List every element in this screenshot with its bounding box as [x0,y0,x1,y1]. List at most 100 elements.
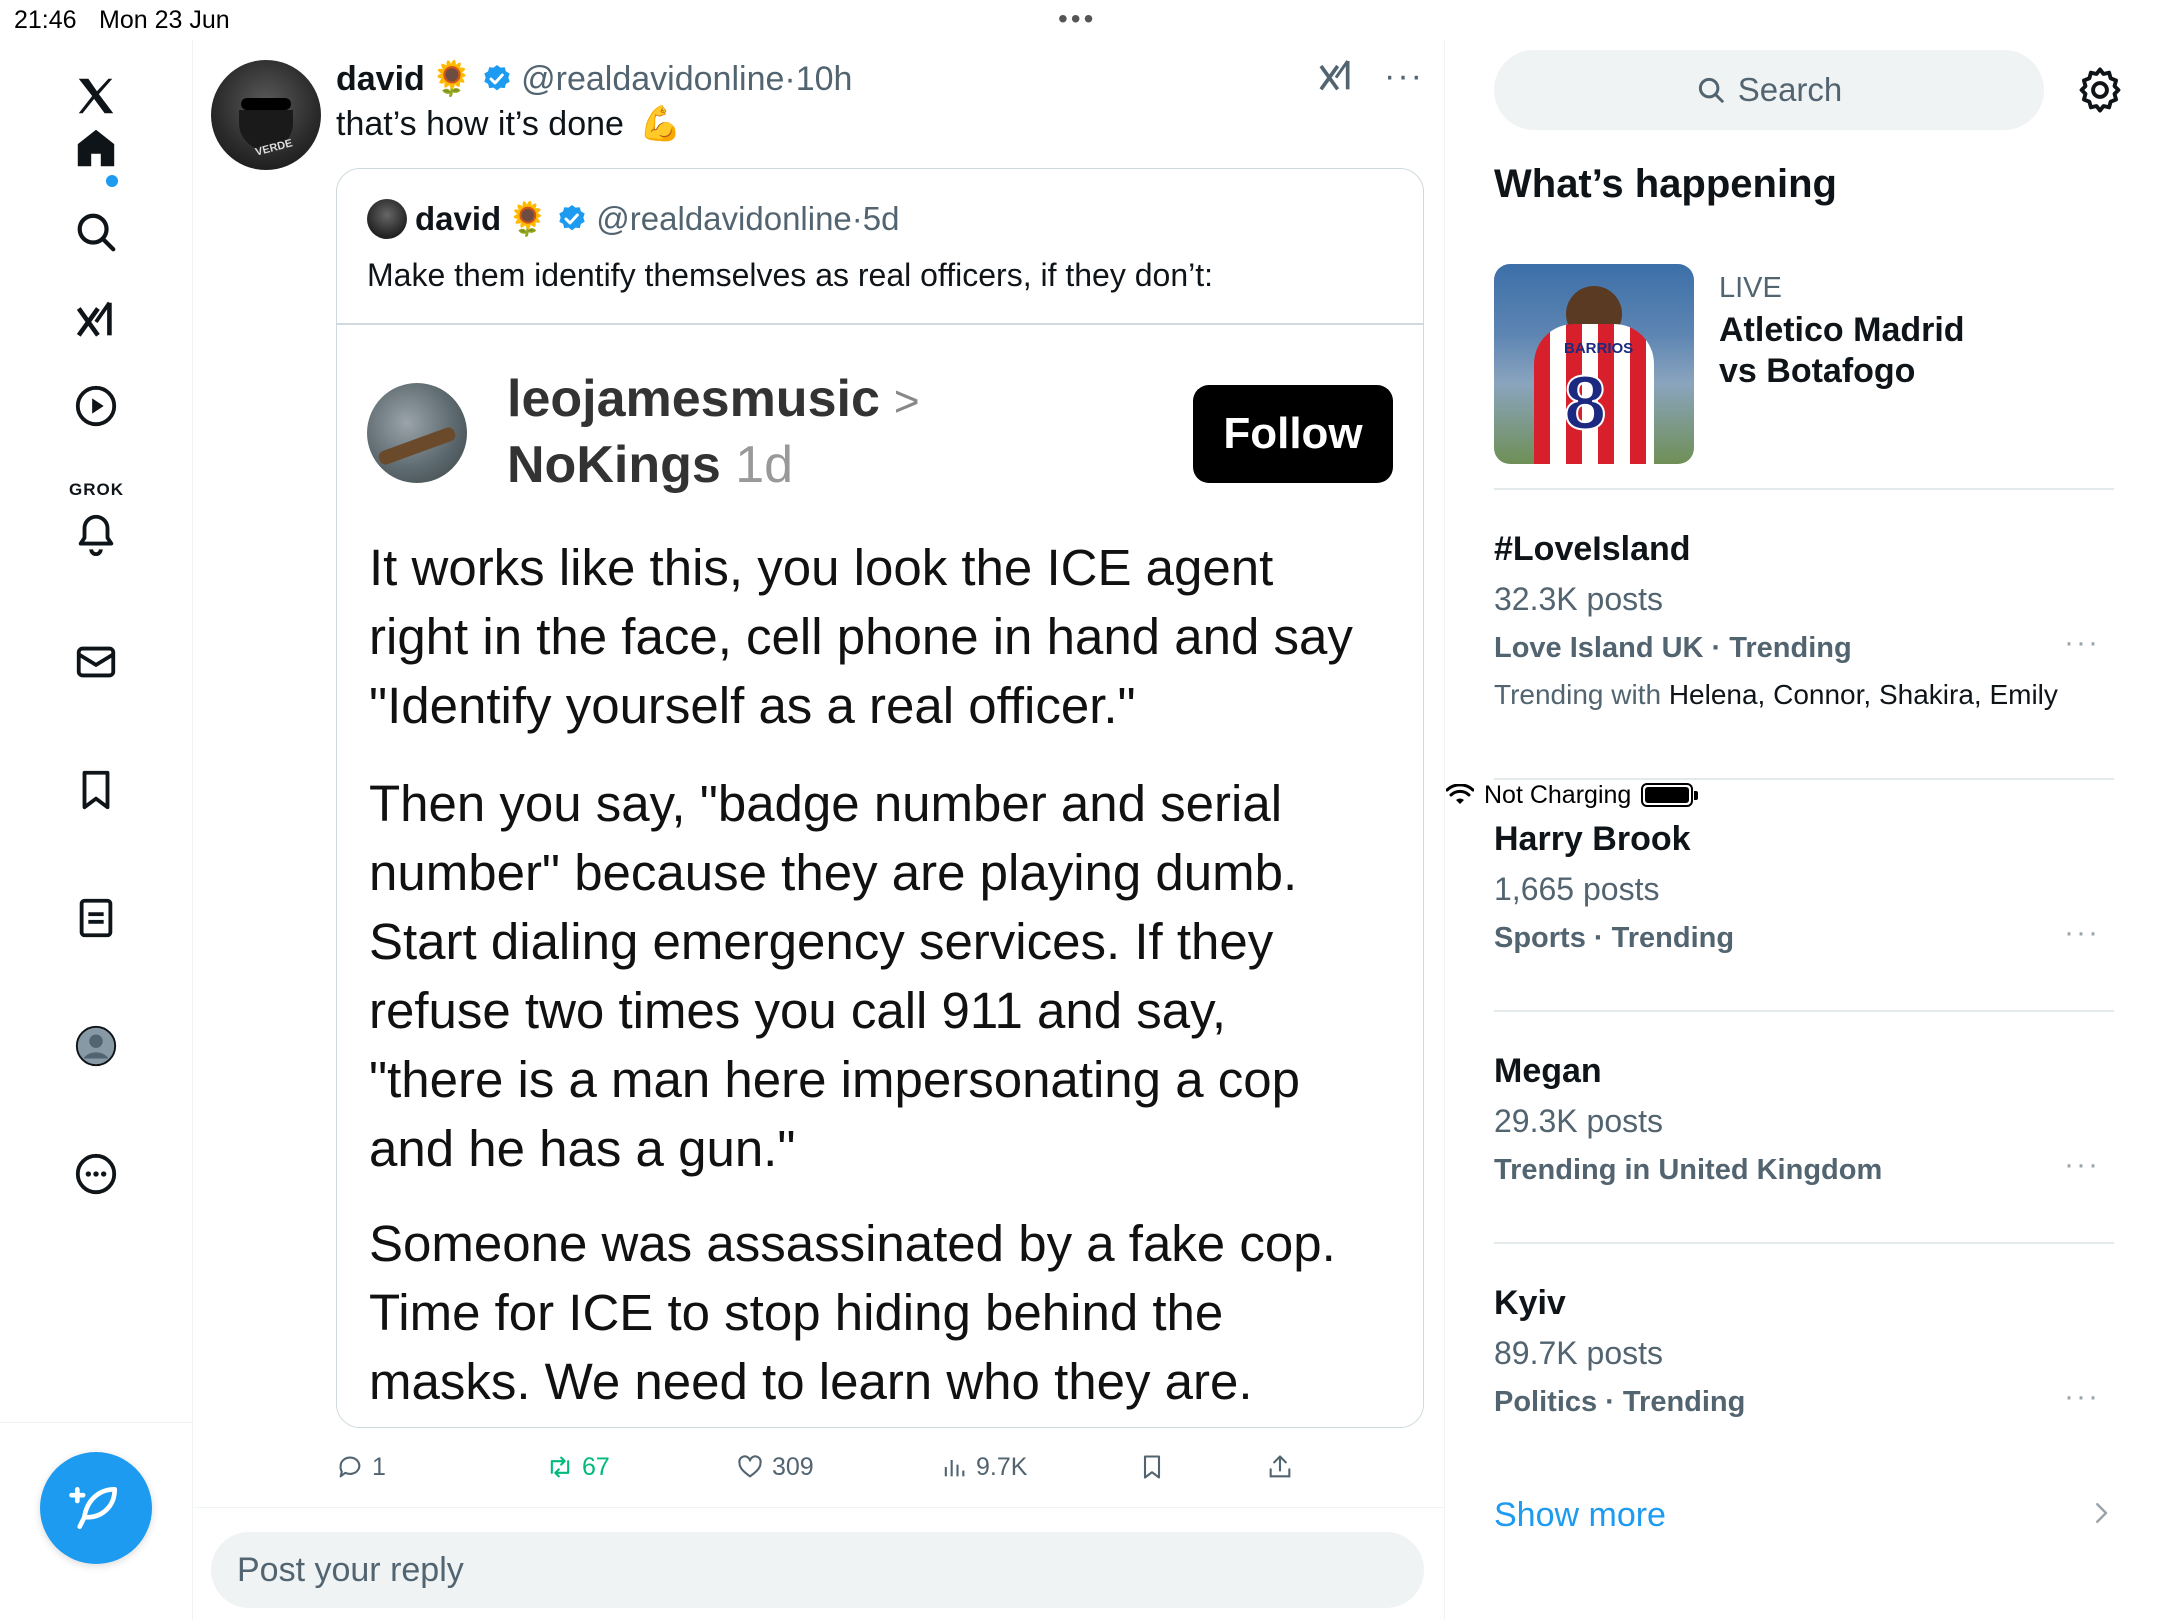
quoted-author-avatar [367,199,407,239]
trend-divider [1494,488,2114,490]
screenshot-paragraph-2: Then you say, "badge number and serial n… [369,769,1300,1183]
profile-icon[interactable] [66,1016,126,1076]
share-button[interactable] [1266,1442,1294,1492]
grok-icon[interactable] [66,290,126,350]
notifications-icon[interactable] [66,504,126,564]
like-count: 309 [772,1452,814,1481]
home-icon[interactable] [66,118,126,178]
paragraph-line: Time for ICE to stop hiding behind the [369,1284,1224,1341]
trend-post-count: 1,665 posts [1494,871,1660,907]
settings-gear-icon[interactable] [2074,64,2126,116]
post-top-actions: ··· [1316,56,1424,96]
live-event-card[interactable]: BARRIOS 8 LIVE Atletico Madrid vs Botafo… [1494,264,2114,464]
post-text: that’s how it’s done 💪 [336,104,688,144]
author-name[interactable]: david [336,60,425,99]
author-handle[interactable]: @realdavidonline [521,60,784,99]
bookmark-button[interactable] [1138,1442,1166,1492]
more-icon[interactable] [66,1144,126,1204]
screenshot-username: leojamesmusic > [507,369,920,429]
paragraph-line: Then you say, "badge number and serial [369,775,1283,832]
nav-divider [0,1422,193,1423]
screenshot-subtitle-text: NoKings [507,436,721,494]
trend-category: Love Island UK · Trending [1494,632,1852,664]
search-icon[interactable] [66,202,126,262]
screenshot-username-text: leojamesmusic [507,370,880,428]
quoted-post-text: Make them identify themselves as real of… [367,257,1214,293]
search-input[interactable]: Search [1494,50,2044,130]
show-more-link[interactable]: Show more [1494,1496,1666,1535]
trend-divider [1494,1242,2114,1244]
bookmark-icon [1143,1455,1161,1479]
trend-category: Politics · Trending [1494,1386,1746,1418]
trend-title: Megan [1494,1052,1602,1090]
compose-feather-icon [69,1487,117,1529]
trend-item[interactable]: Kyiv 89.7K posts Politics · Trending ··· [1494,1284,2114,1419]
trend-more-button[interactable]: ··· [2064,1148,2100,1182]
trending-with: Trending with Helena, Connor, Shakira, E… [1494,679,2114,711]
live-label: LIVE [1719,272,1782,304]
reply-divider [193,1507,1444,1508]
paragraph-line: right in the face, cell phone in hand an… [369,608,1353,665]
jersey-number: 8 [1563,360,1607,447]
messages-icon[interactable] [66,632,126,692]
trend-title: Harry Brook [1494,820,1691,858]
multitasking-dots[interactable]: ••• [1058,5,1096,33]
paragraph-line: number" because they are playing dumb. [369,844,1298,901]
trend-item[interactable]: #LoveIsland 32.3K posts Love Island UK ·… [1494,530,2114,711]
paragraph-line: Someone was assassinated by a fake cop. [369,1215,1336,1272]
author-avatar[interactable]: VERDE [211,60,321,170]
home-notification-dot [106,175,118,187]
post-more-button[interactable]: ··· [1384,57,1424,96]
reply-count: 1 [372,1452,386,1481]
paragraph-line: Start dialing emergency services. If the… [369,913,1274,970]
status-bar: 21:46 Mon 23 Jun ••• Not Charging [0,0,2160,809]
post-text-body: that’s how it’s done [336,105,624,143]
reply-button[interactable]: 1 [336,1442,386,1492]
left-navigation: GROK [0,40,193,1620]
quoted-post-header: david 🌻 @realdavidonline · 5d [367,197,900,241]
x-logo-icon[interactable] [66,66,126,126]
whats-happening-heading: What’s happening [1494,162,1837,206]
trending-with-label: Trending with [1494,679,1662,710]
chevron-right-icon[interactable] [2086,1498,2116,1528]
trend-more-button[interactable]: ··· [2064,916,2100,950]
reply-icon [339,1456,361,1478]
quoted-author-name: david [415,200,502,237]
lists-icon[interactable] [66,888,126,948]
verified-badge-icon[interactable] [481,63,513,95]
separator-dot: · [784,59,796,98]
trend-post-count: 89.7K posts [1494,1335,1663,1371]
video-icon[interactable] [66,376,126,436]
flexed-biceps-emoji: 💪 [639,105,682,143]
screenshot-paragraph-3: Someone was assassinated by a fake cop. … [369,1209,1336,1416]
quoted-author-handle: @realdavidonline [596,200,852,237]
repost-count: 67 [582,1452,610,1481]
reply-input[interactable]: Post your reply [211,1532,1424,1608]
screenshot-user-avatar [367,383,467,483]
like-button[interactable]: 309 [736,1442,814,1492]
paragraph-line: "Identify yourself as a real officer." [369,677,1136,734]
post-header: david 🌻 @realdavidonline · 10h [336,54,852,104]
views-count: 9.7K [976,1452,1028,1481]
compose-post-button[interactable] [40,1452,152,1564]
trend-category: Sports · Trending [1494,922,1735,954]
repost-button[interactable]: 67 [546,1442,610,1492]
screenshot-subtitle: NoKings 1d [507,435,793,495]
post-action-bar: 1 67 309 9.7K [336,1442,1386,1492]
quoted-post[interactable]: david 🌻 @realdavidonline · 5d Make them … [336,168,1424,1428]
grok-explain-icon[interactable] [1316,56,1356,96]
post-time[interactable]: 10h [796,60,853,99]
live-event-image: BARRIOS 8 [1494,264,1694,464]
search-icon [1698,77,1724,103]
trend-item[interactable]: Megan 29.3K posts Trending in United Kin… [1494,1052,2114,1187]
paragraph-line: masks. We need to learn who they are. [369,1353,1253,1410]
live-event-title: Atletico Madrid vs Botafogo [1719,310,1965,392]
trend-more-button[interactable]: ··· [2064,1380,2100,1414]
trend-item[interactable]: Harry Brook 1,665 posts Sports · Trendin… [1494,820,2114,955]
trend-more-button[interactable]: ··· [2064,626,2100,660]
embedded-screenshot-image[interactable]: leojamesmusic > NoKings 1d Follow It work… [337,325,1423,1427]
verified-badge-icon [559,205,585,231]
trending-with-names: Helena, Connor, Shakira, Emily [1668,679,2058,710]
bookmarks-icon[interactable] [66,760,126,820]
views-button[interactable]: 9.7K [940,1442,1027,1492]
